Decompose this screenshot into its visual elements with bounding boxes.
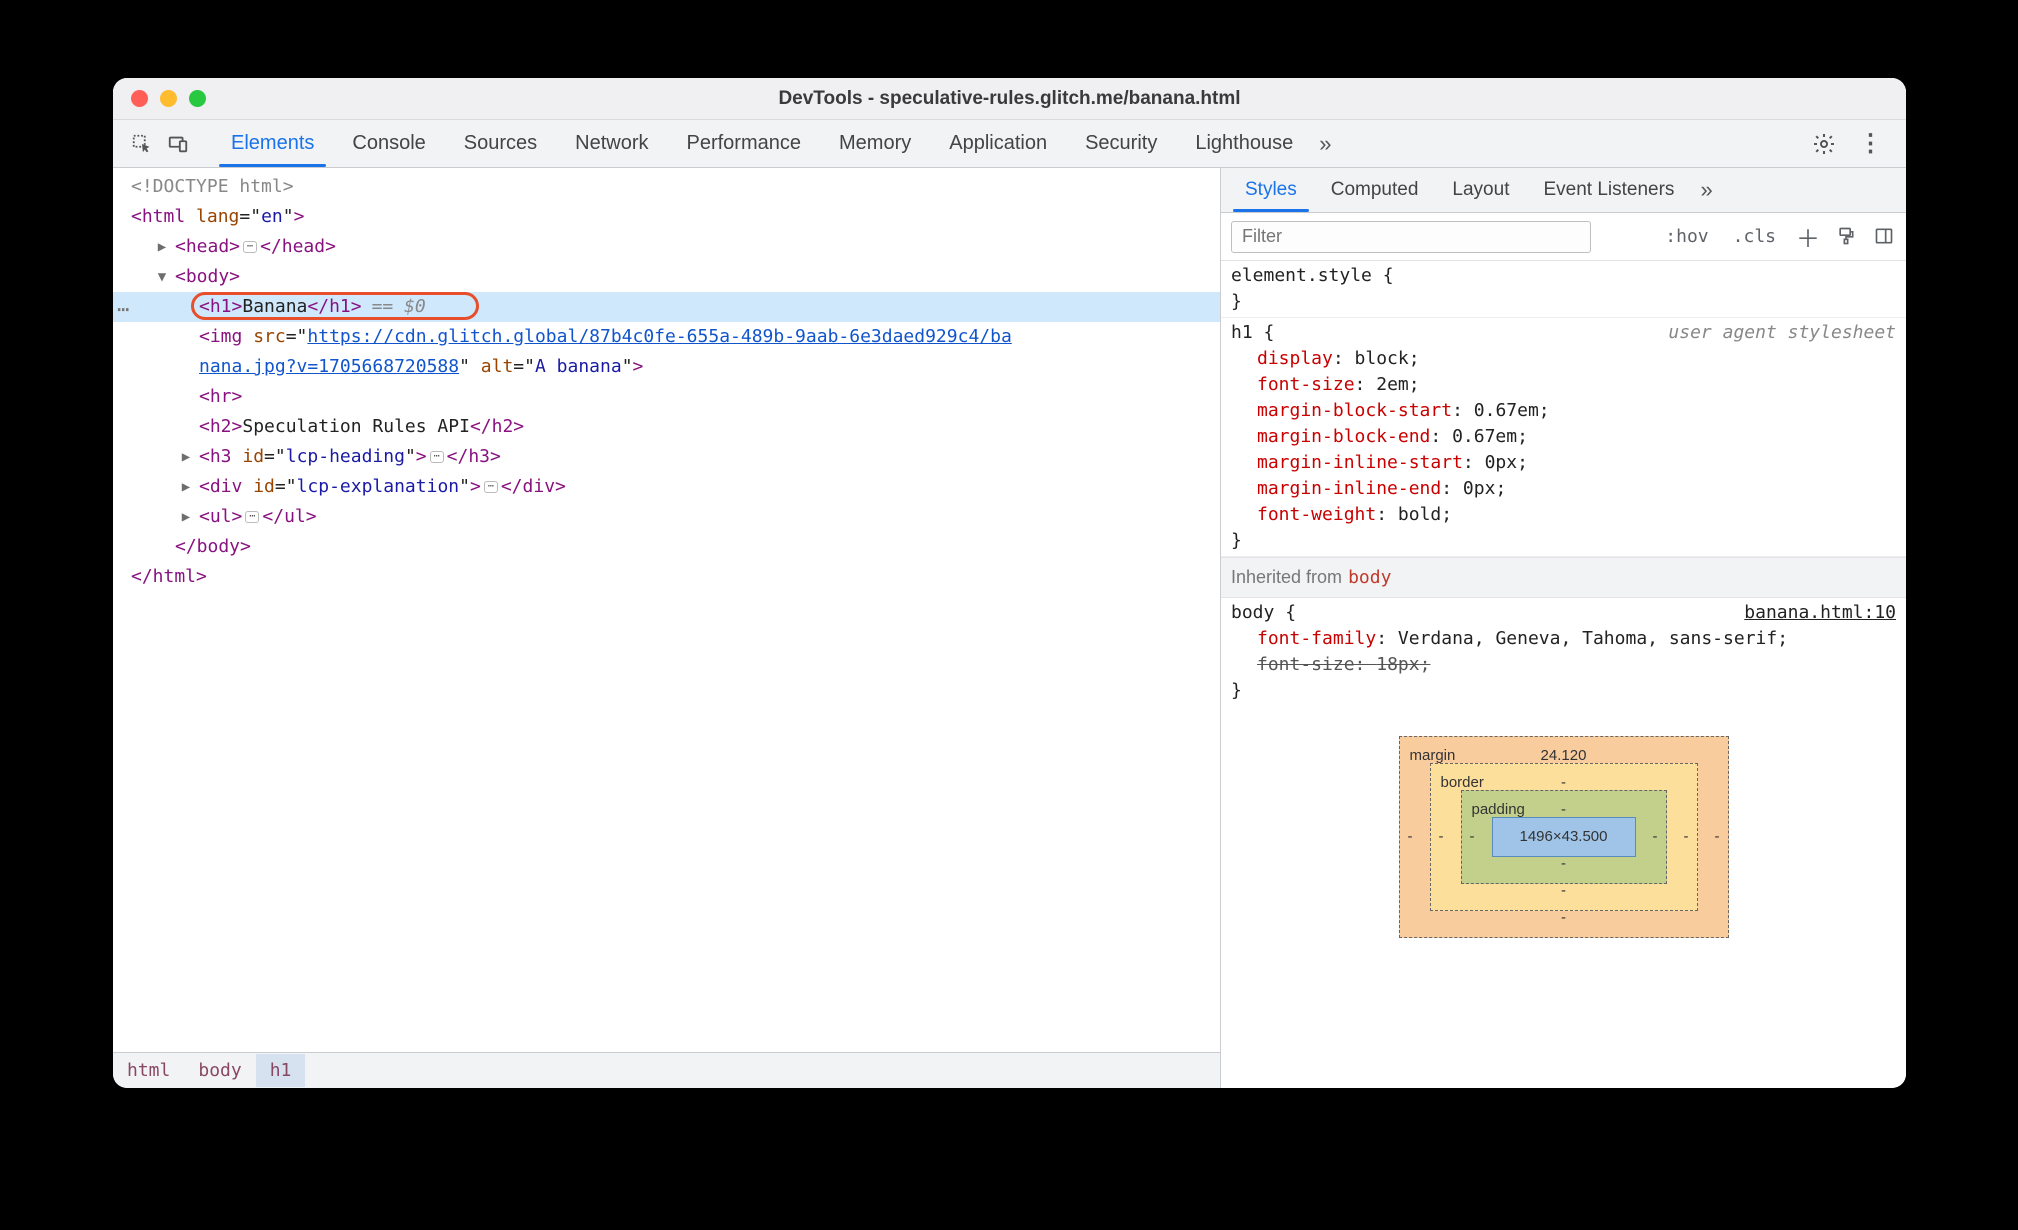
close-window-button[interactable] — [131, 90, 148, 107]
titlebar: DevTools - speculative-rules.glitch.me/b… — [113, 78, 1906, 120]
tab-application[interactable]: Application — [931, 122, 1065, 166]
new-style-rule-icon[interactable]: ＋ — [1796, 219, 1820, 254]
tab-performance[interactable]: Performance — [669, 122, 820, 166]
collapsed-badge-icon: ⋯ — [484, 481, 498, 493]
stab-event-listeners[interactable]: Event Listeners — [1527, 169, 1690, 211]
rule-h1[interactable]: h1 {user agent stylesheet display: block… — [1221, 318, 1906, 557]
toggle-sidebar-icon[interactable] — [1874, 226, 1896, 248]
styles-tabs: Styles Computed Layout Event Listeners » — [1221, 168, 1906, 213]
source-link[interactable]: banana.html:10 — [1744, 600, 1896, 626]
rule-element-style[interactable]: element.style { } — [1221, 261, 1906, 318]
more-tabs-chevron-icon[interactable]: » — [1313, 127, 1337, 161]
dom-node-h3[interactable]: ▶<h3 id="lcp-heading">⋯</h3> — [113, 442, 1220, 472]
dom-node-head[interactable]: ▶<head>⋯</head> — [113, 232, 1220, 262]
box-model-padding: padding - - - - 1496×43.500 — [1461, 790, 1667, 884]
dom-node-img-cont[interactable]: nana.jpg?v=1705668720588" alt="A banana"… — [113, 352, 1220, 382]
devtools-window: DevTools - speculative-rules.glitch.me/b… — [113, 78, 1906, 1088]
tab-console[interactable]: Console — [334, 122, 443, 166]
styles-more-chevron-icon[interactable]: » — [1696, 173, 1716, 207]
box-model-margin: margin 24.120 - - - border - - - - pad — [1399, 736, 1729, 938]
rule-body[interactable]: body {banana.html:10 font-family: Verdan… — [1221, 598, 1906, 706]
inherited-from-header: Inherited frombody — [1221, 557, 1906, 598]
crumb-h1[interactable]: h1 — [256, 1054, 306, 1087]
collapsed-badge-icon: ⋯ — [243, 241, 257, 253]
crumb-body[interactable]: body — [184, 1054, 255, 1087]
dom-node-body-close[interactable]: </body> — [113, 532, 1220, 562]
elements-panel: <!DOCTYPE html> <html lang="en"> ▶<head>… — [113, 168, 1221, 1088]
dom-node-html[interactable]: <html lang="en"> — [113, 202, 1220, 232]
dom-node-div[interactable]: ▶<div id="lcp-explanation">⋯</div> — [113, 472, 1220, 502]
cls-toggle[interactable]: .cls — [1729, 224, 1780, 249]
styles-panel: Styles Computed Layout Event Listeners »… — [1221, 168, 1906, 1088]
stab-layout[interactable]: Layout — [1436, 169, 1525, 211]
dom-node-html-close[interactable]: </html> — [113, 562, 1220, 592]
window-controls — [113, 90, 206, 107]
styles-toolbar: :hov .cls ＋ — [1221, 213, 1906, 261]
stab-computed[interactable]: Computed — [1315, 169, 1435, 211]
settings-gear-icon[interactable] — [1812, 132, 1836, 156]
tab-lighthouse[interactable]: Lighthouse — [1177, 122, 1311, 166]
tab-network[interactable]: Network — [557, 122, 666, 166]
dom-node-h2[interactable]: <h2>Speculation Rules API</h2> — [113, 412, 1220, 442]
dom-node-img[interactable]: <img src="https://cdn.glitch.global/87b4… — [113, 322, 1220, 352]
box-model-border: border - - - - padding - - - - 14 — [1430, 763, 1698, 911]
dom-node-doctype[interactable]: <!DOCTYPE html> — [113, 172, 1220, 202]
dom-tree[interactable]: <!DOCTYPE html> <html lang="en"> ▶<head>… — [113, 168, 1220, 1052]
window-title: DevTools - speculative-rules.glitch.me/b… — [113, 88, 1906, 110]
main-tabs: Elements Console Sources Network Perform… — [213, 122, 1337, 166]
dom-node-body[interactable]: ▼<body> — [113, 262, 1220, 292]
styles-filter-input[interactable] — [1231, 221, 1591, 253]
paint-icon[interactable] — [1836, 226, 1858, 248]
tab-memory[interactable]: Memory — [821, 122, 929, 166]
crumb-html[interactable]: html — [113, 1054, 184, 1087]
device-toolbar-icon[interactable] — [167, 133, 189, 155]
dom-node-h1-selected[interactable]: ⋯ <h1>Banana</h1>== $0 — [113, 292, 1220, 322]
minimize-window-button[interactable] — [160, 90, 177, 107]
zoom-window-button[interactable] — [189, 90, 206, 107]
collapsed-badge-icon: ⋯ — [430, 451, 444, 463]
breadcrumb: html body h1 — [113, 1052, 1220, 1088]
tab-sources[interactable]: Sources — [446, 122, 555, 166]
tab-elements[interactable]: Elements — [213, 122, 332, 166]
style-rules: element.style { } h1 {user agent stylesh… — [1221, 261, 1906, 1088]
collapsed-badge-icon: ⋯ — [245, 511, 259, 523]
dom-node-ul[interactable]: ▶<ul>⋯</ul> — [113, 502, 1220, 532]
main-tabbar: Elements Console Sources Network Perform… — [113, 120, 1906, 168]
stab-styles[interactable]: Styles — [1229, 169, 1313, 211]
more-menu-kebab-icon[interactable]: ⋮ — [1858, 132, 1882, 156]
hov-toggle[interactable]: :hov — [1661, 224, 1712, 249]
tab-security[interactable]: Security — [1067, 122, 1175, 166]
inspect-element-icon[interactable] — [131, 133, 153, 155]
dom-node-hr[interactable]: <hr> — [113, 382, 1220, 412]
selected-node-actions-icon[interactable]: ⋯ — [117, 294, 130, 324]
box-model[interactable]: margin 24.120 - - - border - - - - pad — [1221, 706, 1906, 938]
